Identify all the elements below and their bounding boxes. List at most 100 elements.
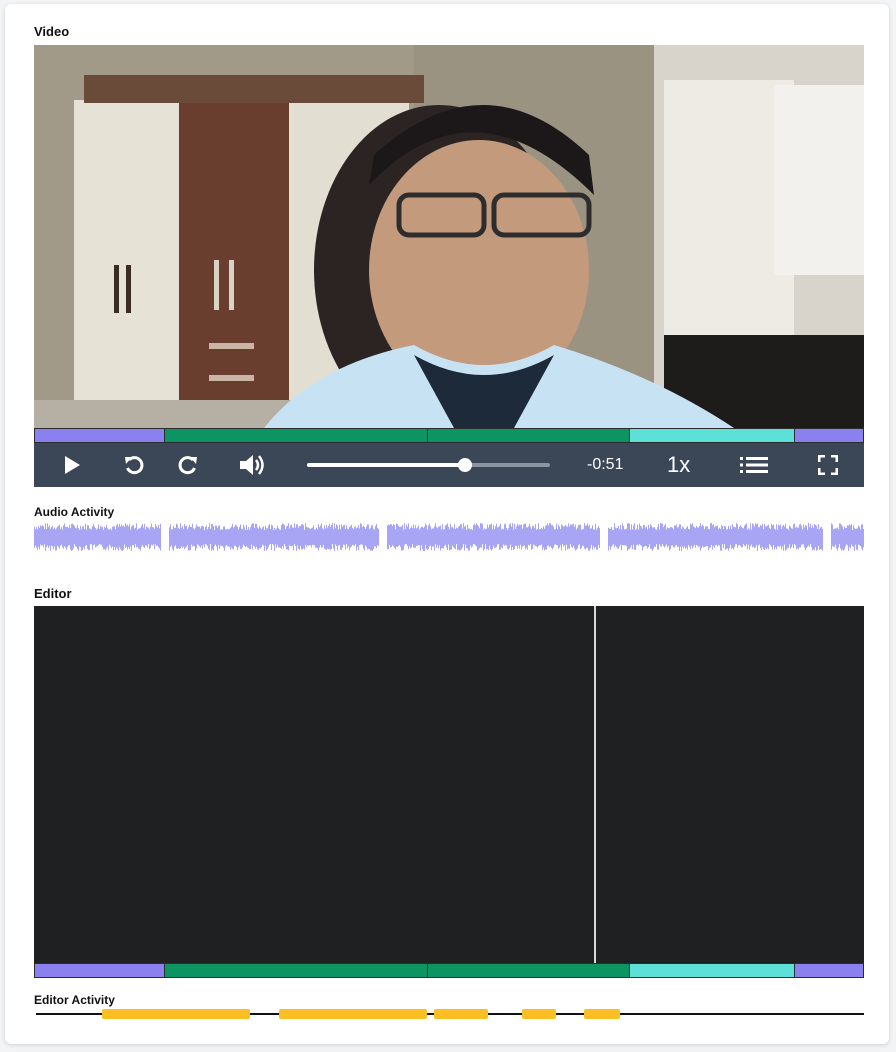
chapters-button[interactable] (734, 443, 774, 487)
waveform-bar (258, 528, 259, 550)
waveform-bar (395, 529, 396, 550)
waveform-bar (49, 525, 50, 546)
waveform-bar (517, 523, 518, 549)
waveform-bar (522, 529, 523, 547)
waveform-bar (717, 525, 718, 547)
waveform-bar (328, 525, 329, 550)
waveform-bar (60, 529, 61, 546)
waveform-bar (646, 526, 647, 547)
timeline-segment[interactable] (629, 429, 795, 442)
waveform-bar (335, 528, 336, 545)
waveform-bar (195, 527, 196, 551)
waveform-bar (556, 523, 557, 545)
video-section-title: Video (34, 24, 70, 39)
waveform-bar (571, 524, 572, 547)
waveform-bar (706, 526, 707, 546)
waveform-bar (242, 529, 243, 548)
waveform-bar (272, 525, 273, 545)
waveform-bar (761, 525, 762, 551)
waveform-bar (767, 525, 768, 548)
waveform-bar (516, 526, 517, 546)
waveform-bar (245, 529, 246, 548)
waveform-bar (470, 529, 471, 546)
waveform-bar (423, 528, 424, 551)
forward-button[interactable] (170, 443, 206, 487)
waveform-bar (757, 523, 758, 551)
waveform-bar (434, 526, 435, 551)
waveform-bar (670, 527, 671, 550)
waveform-bar (796, 526, 797, 550)
waveform-bar (681, 528, 682, 551)
waveform-bar (142, 524, 143, 546)
waveform-bar (130, 529, 131, 547)
timeline-segment[interactable] (428, 964, 630, 977)
waveform-bar (69, 524, 70, 545)
editor-panel[interactable] (34, 606, 864, 964)
timeline-segment[interactable] (794, 429, 863, 442)
waveform-bar (593, 529, 594, 547)
editor-activity-block[interactable] (584, 1009, 620, 1019)
waveform-bar (67, 526, 68, 548)
waveform-bar (87, 525, 88, 549)
waveform-bar (797, 527, 798, 549)
rewind-button[interactable] (116, 443, 152, 487)
seek-slider[interactable] (307, 458, 550, 472)
timeline-segment[interactable] (165, 964, 429, 977)
playback-rate-button[interactable]: 1x (667, 443, 690, 487)
waveform-bar (39, 528, 40, 550)
waveform-bar (652, 527, 653, 551)
waveform-bar (42, 525, 43, 546)
waveform-bar (686, 527, 687, 548)
waveform-bar (122, 526, 123, 551)
waveform-bar (724, 525, 725, 545)
video-frame[interactable] (34, 45, 864, 428)
waveform-bar (371, 525, 372, 551)
waveform-bar (280, 529, 281, 548)
waveform-bar (618, 525, 619, 549)
editor-activity-block[interactable] (434, 1009, 488, 1019)
waveform-bar (638, 529, 639, 546)
editor-activity-block[interactable] (278, 1009, 428, 1019)
timeline-segment[interactable] (629, 964, 795, 977)
editor-activity-block[interactable] (522, 1009, 557, 1019)
waveform-bar (268, 525, 269, 547)
video-timeline-segments[interactable] (34, 428, 864, 443)
waveform-bar (155, 524, 156, 545)
waveform-bar (597, 527, 598, 550)
volume-button[interactable] (232, 443, 272, 487)
waveform-bar (177, 524, 178, 549)
waveform-bar (68, 528, 69, 546)
waveform-bar (711, 523, 712, 546)
timeline-segment[interactable] (35, 429, 166, 442)
waveform-bar (569, 526, 570, 550)
fullscreen-button[interactable] (808, 443, 848, 487)
waveform-bar (672, 527, 673, 546)
waveform-bar (70, 528, 71, 550)
waveform-bar (124, 526, 125, 545)
waveform-bar (215, 525, 216, 545)
waveform-bar (701, 526, 702, 549)
waveform-bar (188, 527, 189, 551)
timeline-segment[interactable] (794, 964, 863, 977)
waveform-bar (473, 525, 474, 545)
waveform-bar (789, 525, 790, 545)
play-button[interactable] (52, 443, 92, 487)
editor-activity-block[interactable] (102, 1009, 250, 1019)
waveform-bar (117, 523, 118, 549)
timeline-segment[interactable] (428, 429, 630, 442)
timeline-segment[interactable] (35, 964, 166, 977)
waveform-bar (694, 527, 695, 545)
waveform-bar (65, 526, 66, 548)
waveform-bar (583, 529, 584, 546)
waveform-bar (758, 527, 759, 546)
waveform-bar (610, 528, 611, 551)
waveform-bar (349, 526, 350, 551)
timeline-segment[interactable] (165, 429, 429, 442)
editor-timeline-segments[interactable] (34, 963, 864, 978)
waveform-bar (153, 527, 154, 545)
waveform-bar (736, 523, 737, 545)
waveform-bar (102, 526, 103, 547)
seek-thumb[interactable] (457, 458, 472, 472)
waveform-bar (223, 526, 224, 548)
playhead-line[interactable] (594, 606, 597, 964)
